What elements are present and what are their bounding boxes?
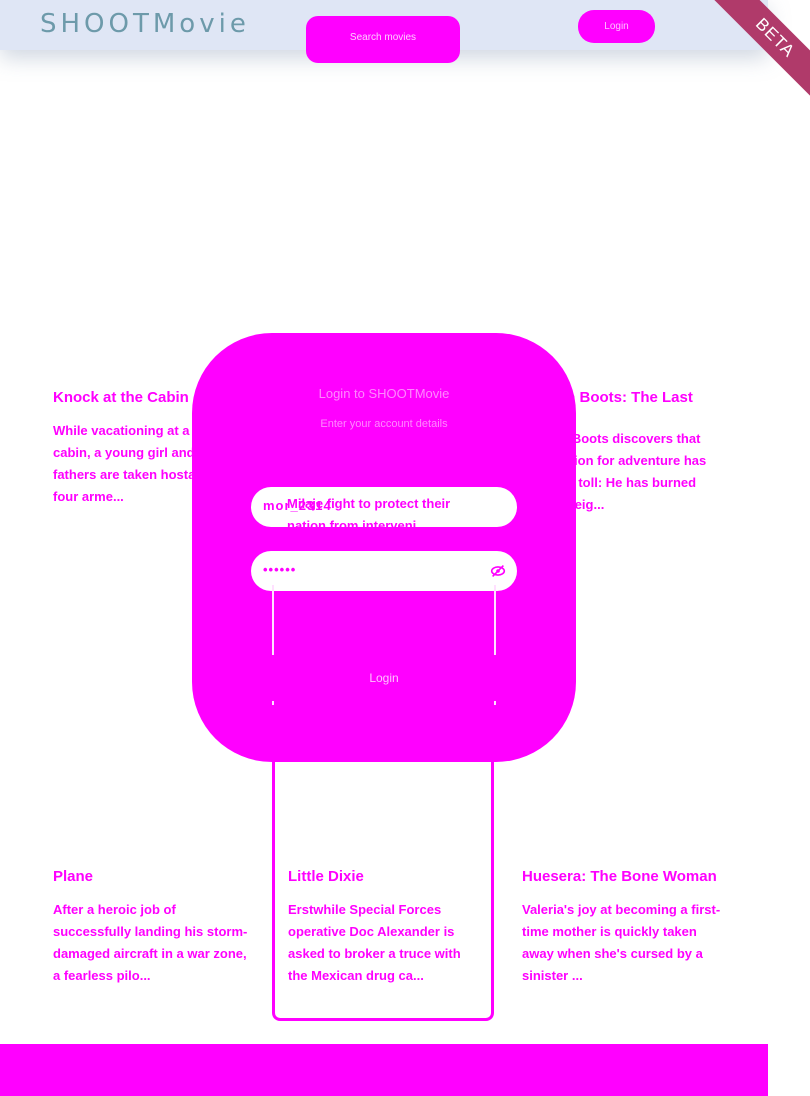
- movie-title[interactable]: Huesera: The Bone Woman: [522, 864, 722, 889]
- beta-ribbon: BETA: [670, 0, 810, 110]
- movie-title[interactable]: Little Dixie: [288, 864, 473, 889]
- password-value: ••••••: [263, 562, 297, 577]
- beta-ribbon-label: BETA: [703, 0, 810, 110]
- brand-logo[interactable]: SHOOTMovie: [40, 9, 250, 39]
- movie-card[interactable]: Plane After a heroic job of successfully…: [53, 864, 248, 987]
- movie-description: After a heroic job of successfully landi…: [53, 902, 248, 983]
- movie-description: Valeria's joy at becoming a first-time m…: [522, 902, 721, 983]
- movie-card[interactable]: Little Dixie Erstwhile Special Forces op…: [288, 864, 473, 987]
- login-subtitle: Enter your account details: [320, 418, 448, 430]
- login-submit-button[interactable]: Login: [272, 655, 496, 701]
- login-modal: Login to SHOOTMovie Enter your account d…: [192, 333, 576, 762]
- username-input[interactable]: mor_2314 Milaje fight to protect their n…: [251, 487, 517, 533]
- eye-slash-icon[interactable]: [489, 562, 507, 580]
- header-login-button[interactable]: Login: [578, 10, 655, 43]
- login-title: Login to SHOOTMovie: [318, 386, 450, 401]
- movie-card[interactable]: Huesera: The Bone Woman Valeria's joy at…: [522, 864, 722, 987]
- movie-description: Erstwhile Special Forces operative Doc A…: [288, 902, 461, 983]
- overlapping-card-description: Milaje fight to protect their nation fro…: [287, 496, 451, 533]
- movie-title[interactable]: Plane: [53, 864, 248, 889]
- footer-bar: [0, 1044, 768, 1096]
- header-search-button[interactable]: Search movies: [306, 16, 460, 63]
